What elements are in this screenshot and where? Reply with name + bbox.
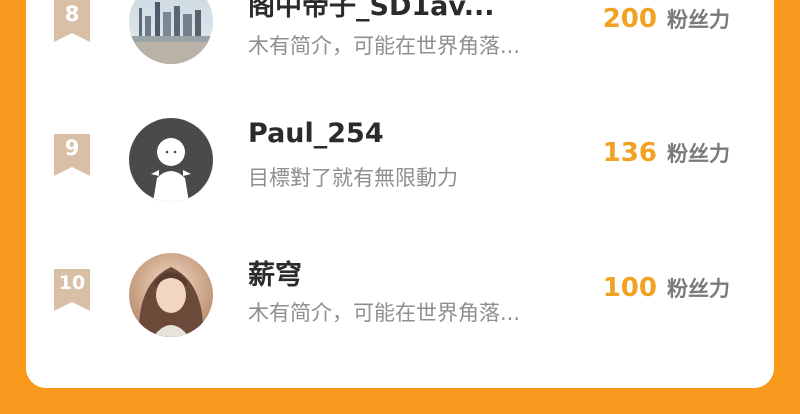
avatar[interactable] <box>129 118 213 202</box>
fan-power-label: 粉丝力 <box>667 142 730 166</box>
default-person-icon <box>129 118 213 202</box>
fan-power-value: 136 <box>602 138 657 168</box>
leaderboard-card: 8 阁中帝子_SD1av... 木有简介，可能在世界角落... 200 粉丝力 … <box>26 0 774 388</box>
rank-badge: 9 <box>54 134 90 176</box>
user-bio: 木有简介，可能在世界角落... <box>248 301 521 325</box>
rank-number: 9 <box>64 136 80 160</box>
username[interactable]: Paul_254 <box>248 118 384 149</box>
rank-number: 10 <box>58 272 86 294</box>
rank-badge: 10 <box>54 269 90 311</box>
user-bio: 木有简介，可能在世界角落... <box>248 34 521 58</box>
avatar[interactable] <box>129 0 213 64</box>
list-item[interactable]: 10 薪穹 木有简介，可能在世界角落... 100 粉丝力 <box>26 253 774 353</box>
fan-power-label: 粉丝力 <box>667 8 730 32</box>
fan-power: 136 粉丝力 <box>603 138 730 168</box>
fan-power-value: 200 <box>602 4 657 34</box>
user-bio: 目標對了就有無限動力 <box>248 166 458 190</box>
fan-power: 200 粉丝力 <box>603 4 730 34</box>
list-item[interactable]: 9 Paul_254 目標對了就有無限動力 136 粉丝力 <box>26 118 774 218</box>
username[interactable]: 阁中帝子_SD1av... <box>248 0 495 23</box>
avatar[interactable] <box>129 253 213 337</box>
fan-power: 100 粉丝力 <box>603 273 730 303</box>
rank-badge: 8 <box>54 0 90 42</box>
anime-girl-illustration <box>129 253 213 337</box>
fan-power-value: 100 <box>602 273 657 303</box>
list-item[interactable]: 8 阁中帝子_SD1av... 木有简介，可能在世界角落... 200 粉丝力 <box>26 0 774 80</box>
fan-power-label: 粉丝力 <box>667 277 730 301</box>
rank-number: 8 <box>64 2 80 26</box>
city-skyline-photo <box>129 0 213 64</box>
username[interactable]: 薪穹 <box>248 253 302 292</box>
